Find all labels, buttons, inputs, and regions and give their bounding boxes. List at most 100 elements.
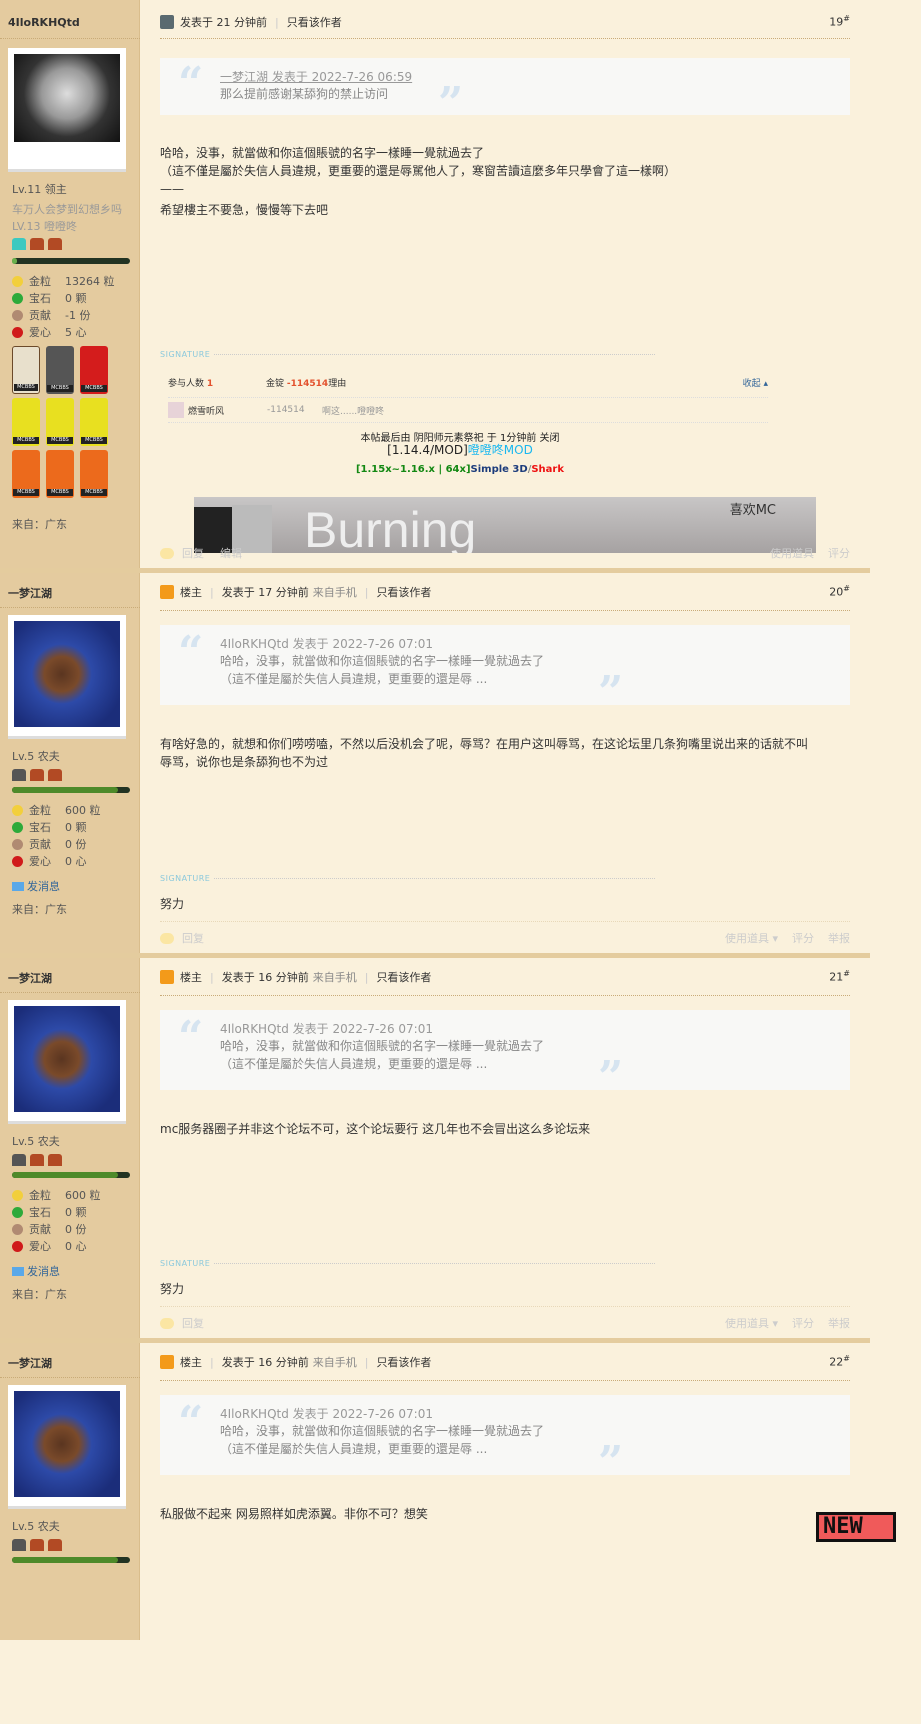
helmet-icon — [48, 238, 62, 250]
reply-button[interactable]: 回复 — [182, 545, 204, 561]
post-header: 发表于 21 分钟前 | 只看该作者 — [160, 14, 850, 30]
divider — [160, 995, 850, 996]
gold-icon — [12, 275, 23, 287]
brain-icon — [12, 1223, 23, 1235]
quote-line: （這不僅是屬於失信人員違規，更重要的還是辱 ... — [220, 1057, 488, 1071]
post-21: 一梦江湖 Lv.5 农夫 金粒 600 粒宝石 0 颗贡献 0 份爱心 0 心发消息 来… — [0, 958, 921, 1338]
medal-stone-pickaxe-icon[interactable]: MCBBS — [12, 398, 40, 446]
op-badge-icon — [160, 1355, 174, 1369]
only-author-link[interactable]: 只看该作者 — [376, 1354, 431, 1370]
divider — [160, 610, 850, 611]
exp-bar — [12, 258, 130, 264]
helmet-icon — [30, 238, 44, 250]
author-name[interactable]: 一梦江湖 — [8, 1355, 52, 1371]
send-message-link[interactable]: 发消息 — [12, 1263, 60, 1279]
exp-bar — [12, 1172, 130, 1178]
avatar[interactable] — [8, 1000, 126, 1124]
rate-row: 燃雪听风 -114514 啊这......噔噔咚 — [168, 398, 768, 423]
rate-button[interactable]: 评分 — [828, 545, 850, 561]
collapse-rate-link[interactable]: 收起 ▴ — [743, 376, 768, 389]
stat-gold: 金粒 13264 粒 — [12, 273, 115, 289]
quote-line: 哈哈，没事，就當做和你這個賬號的名字一樣睡一覺就過去了 — [220, 654, 545, 668]
quote-header[interactable]: 一梦江湖 发表于 2022-7-26 06:59 — [220, 68, 790, 85]
gold-icon — [12, 804, 23, 816]
medal-diamond-pickaxe-icon[interactable]: MCBBS — [80, 398, 108, 446]
post-content: 私服做不起来 网易照样如虎添翼。非你不可？想笑 — [160, 1507, 428, 1521]
only-author-link[interactable]: 只看该作者 — [376, 969, 431, 985]
signature-mod-link[interactable]: [1.14.4/MOD]噔噔咚MOD — [160, 441, 760, 458]
quote-block: “ 4IloRKHQtd 发表于 2022-7-26 07:01 哈哈，没事，就… — [160, 1010, 850, 1100]
medal-checklist-icon[interactable]: MCBBS — [12, 346, 40, 394]
user-level: Lv.5 农夫 — [12, 1135, 60, 1148]
helmet-icon — [12, 1154, 26, 1166]
post-header: 楼主 | 发表于 16 分钟前 来自手机 | 只看该作者 — [160, 1354, 850, 1370]
post-body: 发表于 21 分钟前 | 只看该作者 19# “ 一梦江湖 发表于 2022-7-… — [160, 14, 850, 568]
signature-label: SIGNATURE — [160, 350, 655, 359]
quote-block: “ 4IloRKHQtd 发表于 2022-7-26 07:01 哈哈，没事，就… — [160, 1395, 850, 1485]
floor-number[interactable]: 19# — [829, 14, 850, 29]
post-time: 发表于 17 分钟前 — [221, 586, 309, 599]
only-author-link[interactable]: 只看该作者 — [376, 584, 431, 600]
medal-nether-wart-icon[interactable]: MCBBS — [80, 450, 108, 498]
stat-gold: 金粒 600 粒 — [12, 1187, 101, 1203]
rater-name[interactable]: 燃雪听风 — [188, 404, 267, 417]
edit-button[interactable]: 编辑 — [220, 545, 242, 561]
quote-line: 那么提前感谢某舔狗的禁止访问 — [220, 87, 389, 101]
avatar[interactable] — [8, 615, 126, 739]
post-header: 楼主 | 发表于 16 分钟前 来自手机 | 只看该作者 — [160, 969, 850, 985]
medal-iron-pickaxe-icon[interactable]: MCBBS — [46, 398, 74, 446]
reply-button[interactable]: 回复 — [182, 930, 204, 946]
op-label: 楼主 — [180, 971, 202, 984]
quote-header[interactable]: 4IloRKHQtd 发表于 2022-7-26 07:01 — [220, 1020, 790, 1037]
stat-brain: 贡献 0 份 — [12, 836, 87, 852]
send-message-link[interactable]: 发消息 — [12, 878, 60, 894]
close-quote-icon: ” — [598, 667, 624, 718]
avatar[interactable] — [8, 48, 126, 172]
custom-title: LV.13 噔噔咚 — [12, 220, 78, 233]
reply-button[interactable]: 回复 — [182, 1315, 204, 1331]
report-button[interactable]: 举报 — [828, 930, 850, 946]
signature-texture-link[interactable]: [1.15x~1.16.x | 64x]Simple 3D/Shark — [160, 464, 760, 475]
author-sidebar: 一梦江湖 Lv.5 农夫 金粒 600 粒宝石 0 颗贡献 0 份爱心 0 心发消息 来… — [0, 573, 140, 953]
use-item-button[interactable]: 使用道具 ▾ — [725, 1315, 778, 1331]
stat-apple: 爱心 0 心 — [12, 1238, 87, 1254]
open-quote-icon: “ — [178, 1012, 204, 1063]
rate-table: 参与人数 1 金锭 -114514理由 收起 ▴ 燃雪听风 -114514 啊这… — [168, 376, 768, 423]
post-body: 楼主 | 发表于 16 分钟前 来自手机 | 只看该作者 22# “ 4IloRKHQ… — [160, 1354, 896, 1724]
use-item-button[interactable]: 使用道具 ▾ — [725, 930, 778, 946]
quote-header[interactable]: 4IloRKHQtd 发表于 2022-7-26 07:01 — [220, 635, 790, 652]
divider — [160, 921, 850, 922]
author-name[interactable]: 一梦江湖 — [8, 970, 52, 986]
author-name[interactable]: 一梦江湖 — [8, 585, 52, 601]
rate-button[interactable]: 评分 — [792, 1315, 814, 1331]
rater-avatar — [168, 402, 184, 418]
op-label: 楼主 — [180, 586, 202, 599]
rank-icons — [12, 769, 66, 784]
helmet-icon — [12, 1539, 26, 1551]
quote-header[interactable]: 4IloRKHQtd 发表于 2022-7-26 07:01 — [220, 1405, 790, 1422]
medal-sapling-icon[interactable]: MCBBS — [12, 450, 40, 498]
medal-java-icon[interactable]: MCBBS — [80, 346, 108, 394]
helmet-icon — [30, 1539, 44, 1551]
stat-brain: 贡献 0 份 — [12, 1221, 87, 1237]
helmet-icon — [48, 1154, 62, 1166]
medal-tree-icon[interactable]: MCBBS — [46, 450, 74, 498]
medal-triangle-icon[interactable]: MCBBS — [46, 346, 74, 394]
avatar[interactable] — [8, 1385, 126, 1509]
open-quote-icon: “ — [178, 1397, 204, 1448]
author-sidebar: 一梦江湖 Lv.5 农夫 — [0, 1343, 140, 1640]
apple-icon — [12, 1240, 23, 1252]
open-quote-icon: “ — [178, 58, 204, 109]
report-button[interactable]: 举报 — [828, 1315, 850, 1331]
exp-bar — [12, 787, 130, 793]
divider — [160, 1306, 850, 1307]
rate-button[interactable]: 评分 — [792, 930, 814, 946]
only-author-link[interactable]: 只看该作者 — [287, 14, 342, 30]
post-19: 4IloRKHQtd Lv.11 领主 车万人会梦到幻想乡吗 LV.13 噔噔咚… — [0, 0, 921, 568]
envelope-icon — [12, 1266, 24, 1276]
floor-number[interactable]: 20# — [829, 584, 850, 599]
floor-number[interactable]: 21# — [829, 969, 850, 984]
author-name[interactable]: 4IloRKHQtd — [8, 16, 80, 29]
use-item-button[interactable]: 使用道具 — [770, 545, 814, 561]
floor-number[interactable]: 22# — [829, 1354, 850, 1369]
